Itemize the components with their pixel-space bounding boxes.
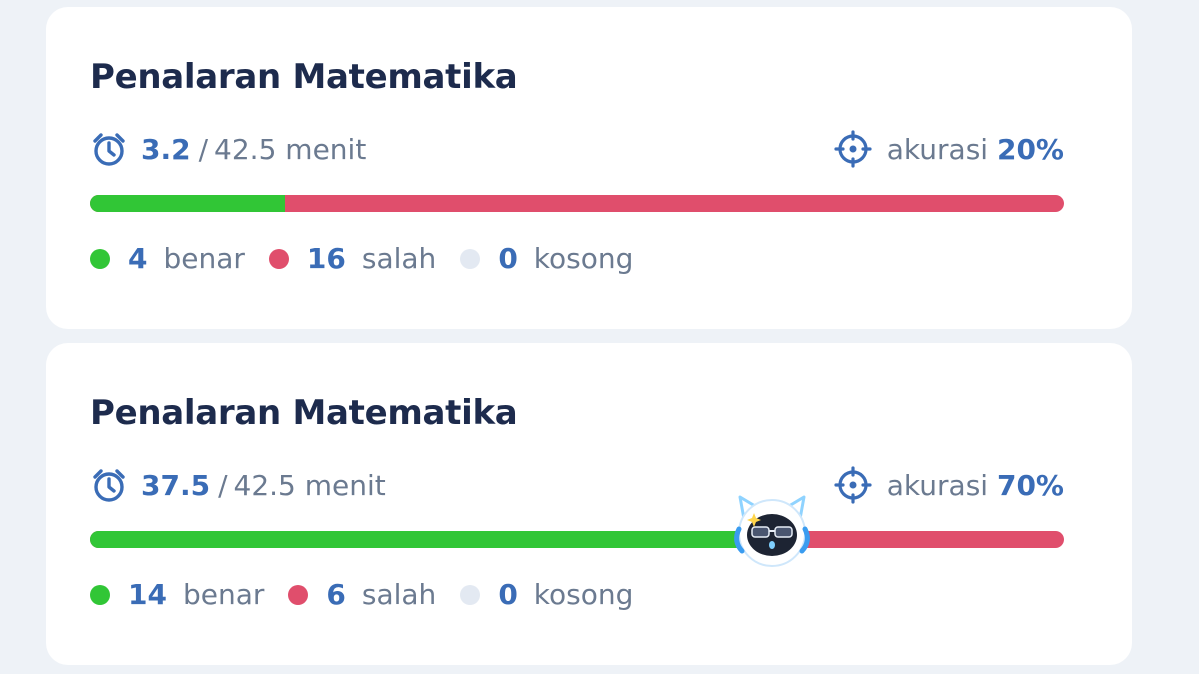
accuracy-info: akurasi 20% [834, 130, 1064, 168]
time-separator: / [218, 468, 228, 502]
legend-label: salah [361, 242, 437, 275]
legend-count: 6 [326, 578, 346, 611]
time-used: 3.2 [141, 132, 191, 166]
target-icon [834, 130, 872, 168]
time-info: 3.2 / 42.5 menit [90, 130, 366, 168]
meta-row: 37.5 / 42.5 menit akurasi 70% [90, 465, 1064, 505]
card-title: Penalaran Matematika [90, 393, 518, 433]
green-dot-icon [90, 248, 110, 269]
legend-count: 4 [128, 242, 148, 275]
accuracy-value: 70% [996, 468, 1064, 502]
time-separator: / [198, 132, 209, 166]
progress-bar [90, 195, 1064, 212]
time-total: 42.5 menit [233, 468, 386, 502]
card-title: Penalaran Matematika [90, 57, 518, 97]
time-total: 42.5 menit [214, 132, 367, 166]
accuracy-value: 20% [996, 132, 1064, 166]
gray-dot-icon [460, 248, 481, 269]
legend-label: benar [182, 578, 265, 611]
legend-count: 16 [306, 242, 346, 275]
legend-item-salah: 6 salah [288, 578, 436, 611]
legend-count: 0 [498, 578, 518, 611]
legend-count: 0 [498, 242, 518, 275]
accuracy-label: akurasi [886, 132, 989, 166]
time-info: 37.5 / 42.5 menit [90, 466, 386, 504]
accuracy-info: akurasi 70% [834, 466, 1064, 504]
red-dot-icon [268, 248, 289, 269]
legend-item-kosong: 0 kosong [460, 242, 633, 275]
target-icon [834, 466, 872, 504]
result-card: Penalaran Matematika 3.2 / 42.5 menit ak… [46, 7, 1132, 329]
progress-bar-fill [90, 531, 772, 548]
progress-bar [90, 495, 1064, 567]
accuracy-label: akurasi [886, 468, 989, 502]
gray-dot-icon [460, 584, 481, 605]
legend: 14 benar 6 salah 0 kosong [90, 578, 657, 611]
legend-item-benar: 14 benar [90, 578, 264, 611]
legend: 4 benar 16 salah 0 kosong [90, 242, 657, 275]
legend-item-kosong: 0 kosong [460, 578, 633, 611]
time-used: 37.5 [141, 468, 211, 502]
meta-row: 3.2 / 42.5 menit akurasi 20% [90, 129, 1064, 169]
legend-label: kosong [533, 242, 634, 275]
legend-label: kosong [533, 578, 634, 611]
legend-label: benar [163, 242, 245, 275]
legend-label: salah [361, 578, 437, 611]
stopwatch-icon [90, 130, 128, 168]
progress-bar-fill [90, 195, 285, 212]
legend-item-salah: 16 salah [268, 242, 437, 275]
red-dot-icon [288, 584, 309, 605]
green-dot-icon [90, 584, 110, 605]
legend-item-benar: 4 benar [90, 242, 245, 275]
result-card: Penalaran Matematika 37.5 / 42.5 menit a… [46, 343, 1132, 665]
mascot-robot-icon [730, 489, 814, 573]
legend-count: 14 [128, 578, 167, 611]
stopwatch-icon [90, 466, 128, 504]
